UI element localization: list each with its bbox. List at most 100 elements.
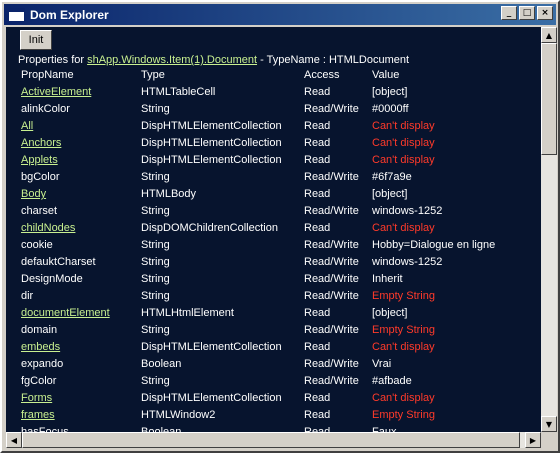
property-row[interactable]: Applets DispHTMLElementCollection Read Can'…: [6, 154, 541, 171]
property-name-link[interactable]: Applets: [21, 154, 58, 166]
scroll-up-button[interactable]: ▲: [541, 27, 557, 43]
property-name-link[interactable]: Forms: [21, 392, 52, 404]
column-header-propname[interactable]: PropName: [21, 69, 74, 81]
property-type: Boolean: [141, 358, 182, 370]
property-row[interactable]: bgColor String Read/Write #6f7a9e: [6, 171, 541, 188]
property-access: Read/Write: [304, 375, 359, 387]
properties-typename: - TypeName : HTMLDocument: [257, 54, 410, 66]
property-name-link[interactable]: documentElement: [21, 307, 110, 319]
property-name: charset: [21, 205, 58, 217]
property-name-link[interactable]: Anchors: [21, 137, 61, 149]
property-type: HTMLWindow2: [141, 409, 216, 421]
property-value: Inherit: [372, 273, 403, 285]
property-type: String: [141, 239, 170, 251]
property-value: #6f7a9e: [372, 171, 412, 183]
vertical-scrollbar[interactable]: ▲ ▼: [541, 27, 557, 432]
property-access: Read: [304, 307, 331, 319]
vertical-scroll-thumb[interactable]: [541, 43, 557, 155]
property-type: DispHTMLElementCollection: [141, 137, 282, 149]
column-header-type[interactable]: Type: [141, 69, 165, 81]
property-name-link[interactable]: frames: [21, 409, 55, 421]
property-row[interactable]: ActiveElement HTMLTableCell Read [object]: [6, 86, 541, 103]
property-value: Hobby=Dialogue en ligne: [372, 239, 496, 251]
property-name: expando: [21, 358, 64, 370]
property-value: Can't display: [372, 137, 435, 149]
column-header-row: PropName Type Access Value: [6, 69, 541, 86]
property-row[interactable]: All DispHTMLElementCollection Read Can't di…: [6, 120, 541, 137]
property-name-link[interactable]: Body: [21, 188, 46, 200]
property-row[interactable]: DesignMode String Read/Write Inherit: [6, 273, 541, 290]
property-type: String: [141, 290, 170, 302]
property-row[interactable]: frames HTMLWindow2 Read Empty String: [6, 409, 541, 426]
property-value: Empty String: [372, 324, 435, 336]
property-access: Read: [304, 154, 331, 166]
property-access: Read: [304, 409, 331, 421]
window-controls: _ □ ×: [499, 6, 553, 20]
horizontal-scroll-thumb[interactable]: [22, 432, 520, 448]
property-name-link[interactable]: childNodes: [21, 222, 75, 234]
scroll-down-button[interactable]: ▼: [541, 416, 557, 432]
property-value: #afbade: [372, 375, 412, 387]
property-name: bgColor: [21, 171, 60, 183]
property-type: HTMLBody: [141, 188, 197, 200]
properties-target-link[interactable]: shApp.Windows.Item(1).Document: [87, 54, 257, 66]
property-row[interactable]: expando Boolean Read/Write Vrai: [6, 358, 541, 375]
property-access: Read/Write: [304, 256, 359, 268]
property-type: String: [141, 256, 170, 268]
property-type: DispHTMLElementCollection: [141, 154, 282, 166]
property-access: Read: [304, 86, 331, 98]
property-access: Read/Write: [304, 290, 359, 302]
property-row[interactable]: childNodes DispDOMChildrenCollection Read C…: [6, 222, 541, 239]
property-row[interactable]: Anchors DispHTMLElementCollection Read Can'…: [6, 137, 541, 154]
property-type: String: [141, 171, 170, 183]
property-row[interactable]: Body HTMLBody Read [object]: [6, 188, 541, 205]
column-header-access[interactable]: Access: [304, 69, 339, 81]
property-row[interactable]: Forms DispHTMLElementCollection Read Can't …: [6, 392, 541, 409]
property-name: DesignMode: [21, 273, 83, 285]
property-row[interactable]: dir String Read/Write Empty String: [6, 290, 541, 307]
property-row[interactable]: defauktCharset String Read/Write windows-12…: [6, 256, 541, 273]
property-row[interactable]: cookie String Read/Write Hobby=Dialogue en …: [6, 239, 541, 256]
property-name: domain: [21, 324, 58, 336]
horizontal-scrollbar[interactable]: ◀ ▶: [6, 432, 541, 448]
property-row[interactable]: charset String Read/Write windows-1252: [6, 205, 541, 222]
dom-explorer-window: Dom Explorer _ □ × Init Properties for s…: [0, 0, 560, 453]
property-access: Read/Write: [304, 273, 359, 285]
property-name-link[interactable]: All: [21, 120, 33, 132]
init-button[interactable]: Init: [20, 30, 52, 50]
property-row[interactable]: embeds DispHTMLElementCollection Read Can't…: [6, 341, 541, 358]
property-value: Can't display: [372, 222, 435, 234]
property-row[interactable]: domain String Read/Write Empty String: [6, 324, 541, 341]
property-row[interactable]: alinkColor String Read/Write #0000ff: [6, 103, 541, 120]
property-access: Read/Write: [304, 239, 359, 251]
column-header-value[interactable]: Value: [372, 69, 399, 81]
property-name-link[interactable]: ActiveElement: [21, 86, 91, 98]
property-name: defauktCharset: [21, 256, 96, 268]
property-access: Read/Write: [304, 358, 359, 370]
property-value: Can't display: [372, 392, 435, 404]
properties-panel: Init Properties for shApp.Windows.Item(1…: [6, 27, 541, 432]
property-access: Read: [304, 392, 331, 404]
properties-prefix: Properties for: [18, 54, 88, 66]
property-type: String: [141, 375, 170, 387]
scroll-left-button[interactable]: ◀: [6, 432, 22, 448]
property-value: Vrai: [372, 358, 392, 370]
property-type: DispHTMLElementCollection: [141, 120, 282, 132]
property-name-link[interactable]: embeds: [21, 341, 60, 353]
property-access: Read: [304, 120, 331, 132]
property-name: fgColor: [21, 375, 57, 387]
minimize-button[interactable]: _: [501, 6, 517, 20]
property-type: DispHTMLElementCollection: [141, 341, 282, 353]
property-access: Read/Write: [304, 324, 359, 336]
property-value: [object]: [372, 188, 408, 200]
property-value: Empty String: [372, 409, 435, 421]
property-name: alinkColor: [21, 103, 70, 115]
property-value: [object]: [372, 307, 408, 319]
title-bar[interactable]: Dom Explorer _ □ ×: [4, 4, 556, 25]
close-button[interactable]: ×: [537, 6, 553, 20]
property-row[interactable]: documentElement HTMLHtmlElement Read [objec…: [6, 307, 541, 324]
scroll-right-button[interactable]: ▶: [525, 432, 541, 448]
property-row[interactable]: fgColor String Read/Write #afbade: [6, 375, 541, 392]
maximize-button[interactable]: □: [519, 6, 535, 20]
property-name: cookie: [21, 239, 53, 251]
